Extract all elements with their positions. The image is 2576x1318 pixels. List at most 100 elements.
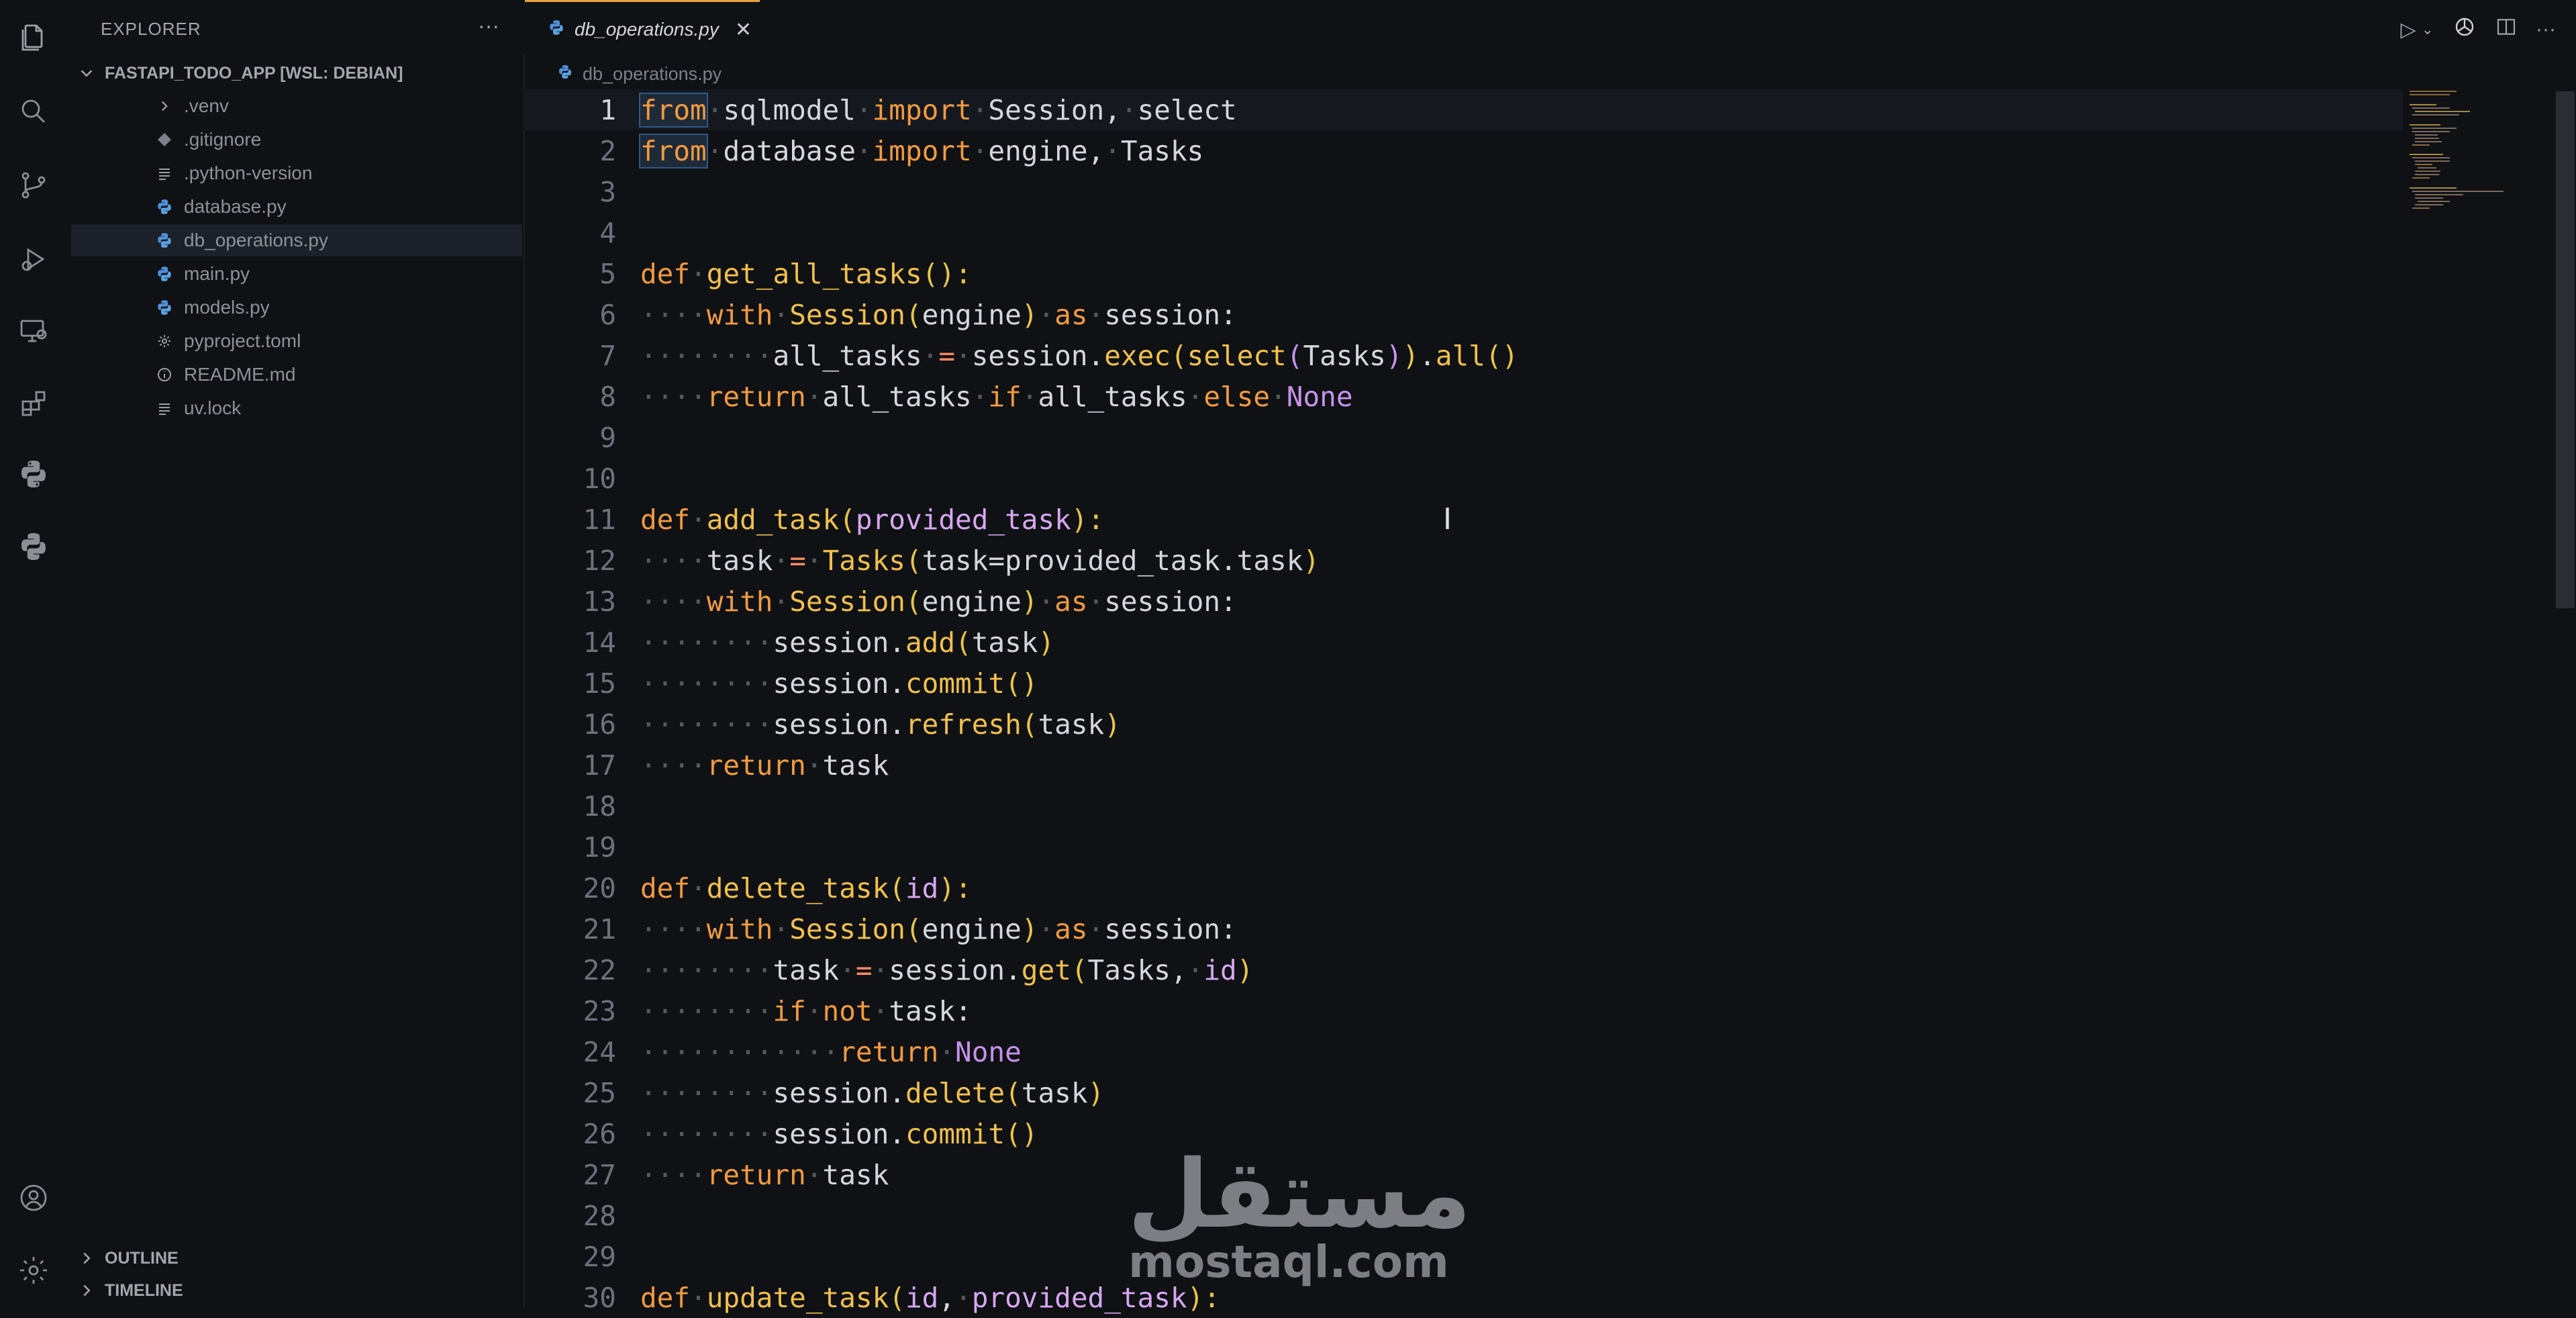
tree-item-database-py[interactable]: database.py <box>67 191 522 223</box>
chevron-down-icon[interactable]: ⌄ <box>2422 21 2434 38</box>
tree-item-uv-lock[interactable]: uv.lock <box>67 392 522 424</box>
code-text: ····return·task <box>640 1158 889 1191</box>
code-line[interactable]: 7 ········all_tasks·=·session.exec(select… <box>524 335 1518 376</box>
code-line[interactable]: 22 ········task·=·session.get(Tasks,·id) <box>524 949 1254 990</box>
files-icon[interactable] <box>15 19 52 56</box>
tree-item-pyproject-toml[interactable]: pyproject.toml <box>67 325 522 357</box>
chevron-right-icon <box>83 1284 91 1297</box>
code-line[interactable]: 14 ········session.add(task) <box>524 622 1055 663</box>
code-line[interactable]: 15 ········session.commit() <box>524 663 1038 704</box>
file-name: README.md <box>184 364 296 385</box>
code-line[interactable]: 23 ········if·not·task: <box>524 990 972 1031</box>
file-name: uv.lock <box>184 397 242 418</box>
code-line[interactable]: 2 from·database·import·engine,·Tasks <box>524 130 1203 171</box>
file-name: .gitignore <box>184 129 262 150</box>
breadcrumb[interactable]: db_operations.py <box>557 62 722 86</box>
code-line[interactable]: 16 ········session.refresh(task) <box>524 704 1121 745</box>
tree-item-venv[interactable]: .venv <box>67 90 522 122</box>
code-line[interactable]: 20 def·delete_task(id): <box>524 867 972 908</box>
python-env-icon[interactable] <box>15 528 52 565</box>
python-file-icon <box>557 64 573 85</box>
code-line[interactable]: 6 ····with·Session(engine)·as·session: <box>524 294 1236 335</box>
code-text: ····task·=·Tasks(task=provided_task.task… <box>640 544 1320 577</box>
code-line[interactable]: 11 def·add_task(provided_task): <box>524 499 1105 540</box>
line-number: 15 <box>583 667 616 700</box>
explorer-title: EXPLORER <box>101 19 201 39</box>
gear-icon <box>154 333 175 349</box>
code-line[interactable]: 5 def·get_all_tasks(): <box>524 253 971 294</box>
code-text: ········task·=·session.get(Tasks,·id) <box>640 953 1254 986</box>
vertical-scrollbar[interactable] <box>2556 91 2575 608</box>
line-number: 6 <box>599 298 616 331</box>
split-editor-icon[interactable] <box>2495 16 2517 43</box>
code-line[interactable]: 29 <box>524 1236 640 1277</box>
code-line[interactable]: 10 <box>524 458 640 499</box>
code-text: ········session.delete(task) <box>640 1076 1105 1109</box>
code-line[interactable]: 17 ····return·task <box>524 745 889 786</box>
code-line[interactable]: 1 from·sqlmodel·import·Session,·select <box>524 89 2403 130</box>
remote-explorer-icon[interactable] <box>15 312 52 349</box>
tree-item-gitignore[interactable]: .gitignore <box>67 124 522 156</box>
lines-icon <box>154 400 175 416</box>
code-text: ····return·all_tasks·if·all_tasks·else·N… <box>640 380 1353 413</box>
line-number: 11 <box>583 503 616 536</box>
more-actions-icon[interactable]: ··· <box>478 13 499 38</box>
code-text: ········if·not·task: <box>640 994 972 1027</box>
code-line[interactable]: 18 <box>524 786 640 827</box>
code-line[interactable]: 24 ············return·None <box>524 1031 1022 1072</box>
code-line[interactable]: 13 ····with·Session(engine)·as·session: <box>524 581 1237 622</box>
tree-item-db-operations-py[interactable]: db_operations.py <box>71 224 522 256</box>
code-line[interactable]: 3 <box>524 171 640 212</box>
code-line[interactable]: 19 <box>524 827 640 867</box>
chevron-down-icon <box>81 70 93 77</box>
run-debug-icon[interactable] <box>15 240 52 278</box>
watermark-logo: مستقل <box>1128 1140 1472 1250</box>
chevron-right-icon <box>83 1252 91 1264</box>
code-text: from·sqlmodel·import·Session,·select <box>639 92 1237 128</box>
code-line[interactable]: 12 ····task·=·Tasks(task=provided_task.ta… <box>524 540 1320 581</box>
file-name: database.py <box>184 196 287 217</box>
minimap[interactable] <box>2403 87 2510 289</box>
openai-icon[interactable] <box>2453 15 2477 44</box>
code-line[interactable]: 30 def·update_task(id,·provided_task): <box>524 1277 1220 1318</box>
code-line[interactable]: 8 ····return·all_tasks·if·all_tasks·else·… <box>524 376 1353 417</box>
code-line[interactable]: 9 <box>524 417 640 458</box>
search-icon[interactable] <box>15 93 52 130</box>
tree-item-main-py[interactable]: main.py <box>67 258 522 290</box>
code-line[interactable]: 25 ········session.delete(task) <box>524 1072 1105 1113</box>
code-line[interactable]: 4 <box>524 212 640 253</box>
more-icon[interactable]: ··· <box>2536 18 2556 41</box>
code-line[interactable]: 28 <box>524 1195 640 1236</box>
extensions-icon[interactable] <box>15 385 52 423</box>
code-line[interactable]: 27 ····return·task <box>524 1154 889 1195</box>
text-cursor-icon: I <box>1443 502 1452 536</box>
timeline-label: TIMELINE <box>105 1280 183 1300</box>
info-icon <box>154 367 175 383</box>
file-name: .venv <box>184 95 229 116</box>
code-text: ········session.commit() <box>640 667 1038 700</box>
code-line[interactable]: 26 ········session.commit() <box>524 1113 1038 1154</box>
tree-item-models-py[interactable]: models.py <box>67 291 522 324</box>
line-number: 17 <box>583 749 616 782</box>
account-icon[interactable] <box>15 1179 52 1217</box>
line-number: 2 <box>599 134 616 167</box>
outline-section[interactable]: OUTLINE <box>77 1245 179 1272</box>
line-number: 28 <box>583 1199 616 1232</box>
code-text: ············return·None <box>640 1035 1022 1068</box>
python-icon[interactable] <box>15 455 52 493</box>
project-folder-row[interactable]: FASTAPI_TODO_APP [WSL: DEBIAN] <box>77 62 403 85</box>
close-icon[interactable]: ✕ <box>735 18 752 42</box>
code-text: ········all_tasks·=·session.exec(select(… <box>640 339 1519 372</box>
tree-item-python-version[interactable]: .python-version <box>67 157 522 189</box>
code-text: def·delete_task(id): <box>640 872 972 904</box>
run-icon[interactable]: ▷ <box>2401 18 2416 42</box>
code-editor[interactable]: 1 from·sqlmodel·import·Session,·select 2f… <box>524 87 2403 1314</box>
tab-db-operations[interactable]: db_operations.py ✕ <box>525 0 760 57</box>
line-number: 20 <box>583 872 616 904</box>
source-control-icon[interactable] <box>15 167 52 204</box>
line-number: 13 <box>583 585 616 618</box>
tree-item-readme-md[interactable]: README.md <box>67 359 522 391</box>
settings-gear-icon[interactable] <box>15 1252 52 1289</box>
code-line[interactable]: 21 ····with·Session(engine)·as·session: <box>524 908 1237 949</box>
timeline-section[interactable]: TIMELINE <box>77 1277 183 1304</box>
